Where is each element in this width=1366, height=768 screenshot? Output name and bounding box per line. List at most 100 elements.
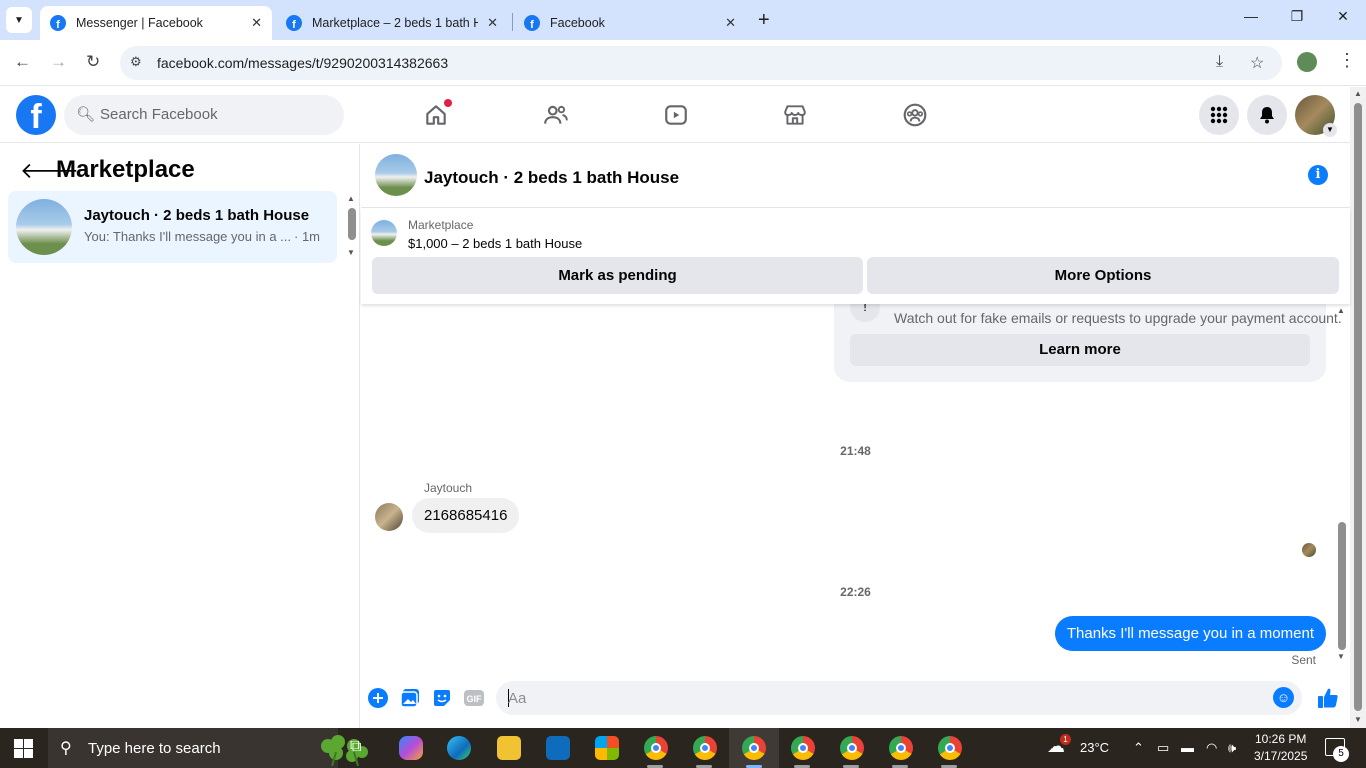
like-thumbs-up-icon[interactable] [1317, 687, 1339, 709]
chrome-profile-icon[interactable] [791, 736, 815, 760]
forward-icon[interactable]: → [50, 52, 67, 72]
sticker-icon[interactable] [431, 687, 453, 709]
sender-name: Jaytouch [424, 481, 473, 495]
listing-thumbnail[interactable] [371, 220, 397, 246]
attach-photo-icon[interactable] [399, 687, 421, 709]
chrome-profile-icon[interactable] [889, 736, 913, 760]
mark-as-pending-button[interactable]: Mark as pending [372, 257, 863, 294]
info-icon[interactable]: i [1308, 165, 1328, 185]
site-info-icon[interactable]: ⚙ [130, 54, 142, 70]
add-actions-icon[interactable] [367, 687, 389, 709]
meet-now-icon[interactable]: ▭ [1157, 740, 1169, 756]
wifi-icon[interactable]: ◠ [1206, 740, 1217, 756]
scroll-down-icon[interactable]: ▼ [1337, 652, 1345, 661]
url-text[interactable]: facebook.com/messages/t/9290200314382663 [157, 55, 448, 71]
conversation-snippet: You: Thanks I'll message you in a ... [84, 229, 291, 244]
friends-icon[interactable] [541, 100, 571, 130]
message-input[interactable]: Aa ☺ [496, 681, 1302, 715]
close-tab-icon[interactable]: ✕ [251, 15, 262, 31]
restore-icon[interactable]: ❐ [1274, 8, 1320, 25]
marketplace-icon[interactable] [780, 100, 810, 130]
conversation-list-scrollbar[interactable]: ▲ ▼ [345, 194, 357, 260]
conversation-item[interactable]: Jaytouch · 2 beds 1 bath House You: Than… [8, 191, 337, 263]
more-options-button[interactable]: More Options [867, 257, 1339, 294]
facebook-search-input[interactable]: 🔍︎ Search Facebook [64, 95, 344, 135]
listing-source: Marketplace [408, 218, 474, 232]
close-tab-icon[interactable]: ✕ [725, 15, 736, 31]
scrollbar-thumb[interactable] [1338, 522, 1346, 650]
reload-icon[interactable]: ↻ [86, 52, 100, 72]
browser-tab-strip: ▼ f Messenger | Facebook ✕ f Marketplace… [0, 0, 1366, 40]
battery-icon[interactable]: ▬ [1181, 740, 1194, 755]
outlook-icon[interactable] [546, 736, 570, 760]
facebook-top-nav: f 🔍︎ Search Facebook ▼ [0, 87, 1350, 143]
scroll-down-icon[interactable]: ▼ [1354, 715, 1362, 724]
volume-icon[interactable]: 🕪︎ [1228, 740, 1236, 756]
browser-menu-icon[interactable]: ⋮ [1338, 50, 1356, 71]
scroll-up-icon[interactable]: ▲ [1354, 89, 1362, 98]
task-view-icon[interactable]: ⧉ [350, 738, 361, 756]
clock-date: 3/17/2025 [1254, 749, 1308, 763]
outgoing-message[interactable]: Thanks I'll message you in a moment [1054, 616, 1326, 651]
tab-messenger[interactable]: f Messenger | Facebook ✕ [40, 6, 272, 40]
account-avatar[interactable]: ▼ [1295, 95, 1337, 137]
browser-toolbar: ← → ↻ ⚙ facebook.com/messages/t/92902003… [0, 40, 1366, 86]
install-app-icon[interactable]: ⤓ [1216, 53, 1223, 71]
message-timestamp: 22:26 [840, 585, 871, 599]
microsoft-store-icon[interactable] [595, 736, 619, 760]
tab-search-icon[interactable]: ▼ [6, 7, 32, 33]
safety-tip-card: ! Watch out for fake emails or requests … [834, 304, 1342, 382]
browser-profile-icon[interactable] [1297, 52, 1317, 72]
file-explorer-icon[interactable] [497, 736, 521, 760]
scroll-down-icon[interactable]: ▼ [347, 248, 355, 257]
menu-grid-icon[interactable] [1199, 95, 1239, 135]
sender-avatar[interactable] [375, 503, 403, 531]
video-icon[interactable] [661, 100, 691, 130]
learn-more-button[interactable]: Learn more [850, 334, 1310, 366]
copilot-icon[interactable] [399, 736, 423, 760]
incoming-message[interactable]: 2168685416 [412, 498, 520, 533]
emoji-icon[interactable]: ☺ [1273, 687, 1294, 708]
weather-badge: 1 [1060, 734, 1071, 745]
page-scrollbar[interactable]: ▲ ▼ [1350, 87, 1366, 728]
taskbar-clock[interactable]: 10:26 PM 3/17/2025 [1254, 731, 1307, 765]
chrome-icon[interactable] [644, 736, 668, 760]
message-status: Sent [1291, 653, 1316, 667]
chevron-up-icon[interactable]: ⌃ [1133, 740, 1144, 756]
listing-price-title[interactable]: $1,000 – 2 beds 1 bath House [408, 236, 582, 251]
chat-title[interactable]: Jaytouch · 2 beds 1 bath House [424, 168, 679, 188]
address-bar[interactable]: ⚙ facebook.com/messages/t/92902003143826… [120, 46, 1282, 80]
tab-marketplace[interactable]: f Marketplace – 2 beds 1 bath Ho ✕ [276, 6, 508, 40]
minimize-icon[interactable]: — [1228, 8, 1274, 24]
gif-icon[interactable]: GIF [463, 687, 485, 709]
scrollbar-thumb[interactable] [1354, 103, 1362, 711]
notification-count-badge: 5 [1333, 746, 1349, 762]
chat-header: Jaytouch · 2 beds 1 bath House i [361, 144, 1350, 208]
taskbar-search-input[interactable]: ⚲ Type here to search [48, 728, 368, 768]
thread-scrollbar[interactable]: ▲ ▼ [1337, 304, 1349, 672]
chrome-profile-icon[interactable] [742, 736, 766, 760]
tab-title: Marketplace – 2 beds 1 bath Ho [312, 16, 478, 30]
bookmark-star-icon[interactable]: ☆ [1250, 53, 1264, 73]
close-window-icon[interactable]: ✕ [1320, 8, 1366, 25]
tab-title: Facebook [550, 16, 605, 30]
new-tab-icon[interactable]: + [758, 9, 770, 32]
scrollbar-thumb[interactable] [348, 208, 356, 240]
close-tab-icon[interactable]: ✕ [487, 15, 498, 31]
chrome-profile-icon[interactable] [840, 736, 864, 760]
edge-browser-icon[interactable] [447, 736, 471, 760]
scroll-up-icon[interactable]: ▲ [1337, 306, 1345, 315]
chrome-profile-icon[interactable] [938, 736, 962, 760]
chrome-profile-icon[interactable] [693, 736, 717, 760]
back-icon[interactable]: ← [14, 52, 31, 72]
notifications-bell-icon[interactable] [1247, 95, 1287, 135]
chat-avatar[interactable] [375, 154, 417, 196]
svg-text:GIF: GIF [467, 694, 483, 704]
groups-icon[interactable] [900, 100, 930, 130]
windows-start-icon[interactable] [14, 739, 33, 758]
facebook-logo-icon[interactable]: f [16, 95, 56, 135]
listing-thumbnail [16, 199, 72, 255]
tab-facebook[interactable]: f Facebook ✕ [514, 6, 746, 40]
scroll-up-icon[interactable]: ▲ [347, 194, 355, 203]
temperature-text[interactable]: 23°C [1080, 740, 1109, 755]
